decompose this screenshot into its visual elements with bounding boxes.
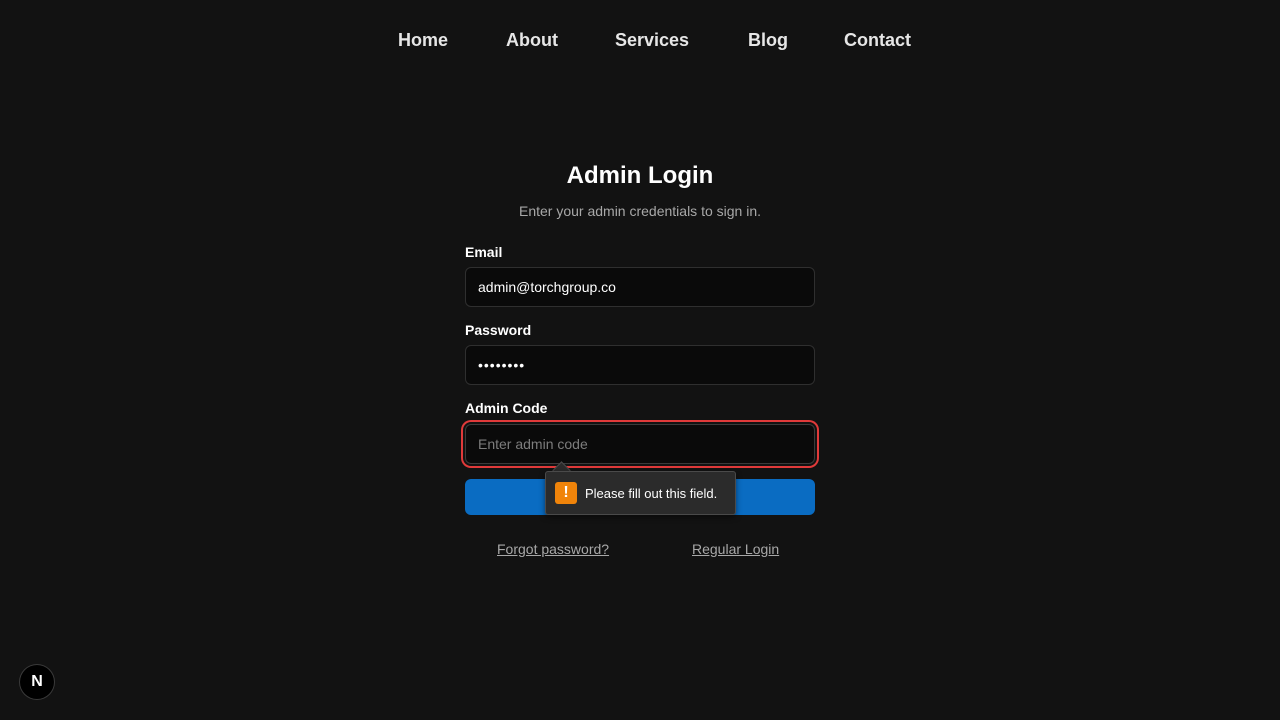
- nav-about-link[interactable]: About: [506, 28, 558, 52]
- validation-tooltip: ! Please fill out this field.: [545, 471, 736, 515]
- page-subtitle: Enter your admin credentials to sign in.: [518, 203, 761, 219]
- top-nav: Home About Services Blog Contact: [0, 28, 1280, 52]
- warning-icon: !: [555, 482, 577, 504]
- password-label: Password: [465, 322, 532, 338]
- page-title: Admin Login: [566, 162, 714, 189]
- admin-code-label: Admin Code: [465, 400, 548, 416]
- regular-login-link[interactable]: Regular Login: [692, 540, 779, 558]
- email-field[interactable]: [465, 267, 815, 307]
- forgot-password-link[interactable]: Forgot password?: [497, 540, 609, 558]
- admin-code-field[interactable]: [465, 424, 815, 464]
- nav-services-link[interactable]: Services: [615, 28, 689, 52]
- password-masked-value: ••••••••: [478, 357, 526, 373]
- nav-blog-link[interactable]: Blog: [748, 28, 788, 52]
- nav-contact-link[interactable]: Contact: [844, 28, 911, 52]
- nav-home-link[interactable]: Home: [398, 28, 448, 52]
- nextjs-icon[interactable]: N: [20, 665, 54, 699]
- email-label: Email: [465, 244, 503, 260]
- validation-message: Please fill out this field.: [585, 486, 718, 501]
